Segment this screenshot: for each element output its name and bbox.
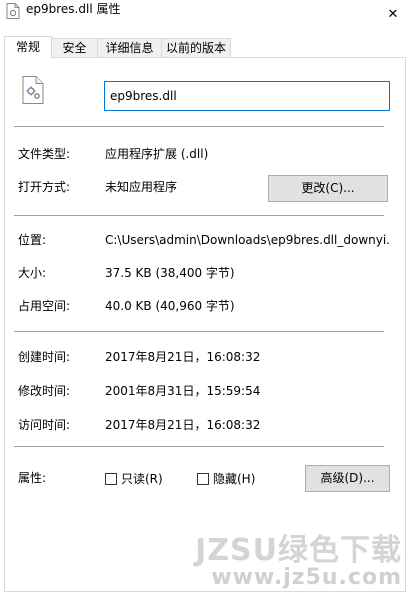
accessed-value: 2017年8月21日，16:08:32	[105, 418, 261, 432]
readonly-label[interactable]: 只读(R)	[121, 471, 163, 487]
dll-file-icon	[6, 3, 20, 19]
tab-general[interactable]: 常规	[4, 36, 52, 58]
size-on-disk-label: 占用空间:	[18, 299, 71, 313]
tab-previous-versions[interactable]: 以前的版本	[161, 38, 231, 57]
accessed-label: 访问时间:	[18, 418, 71, 432]
hidden-checkbox[interactable]	[197, 473, 209, 485]
readonly-checkbox[interactable]	[105, 473, 117, 485]
general-panel	[4, 57, 406, 592]
opens-with-label: 打开方式:	[18, 180, 71, 194]
separator	[14, 215, 384, 216]
location-label: 位置:	[18, 233, 47, 247]
tab-strip: 常规 安全 详细信息 以前的版本	[0, 36, 410, 58]
file-type-label: 文件类型:	[18, 147, 71, 161]
size-label: 大小:	[18, 266, 47, 280]
separator	[14, 446, 384, 447]
location-value: C:\Users\admin\Downloads\ep9bres.dll_dow…	[105, 233, 390, 247]
modified-value: 2001年8月31日，15:59:54	[105, 384, 261, 398]
tab-security[interactable]: 安全	[51, 38, 98, 57]
advanced-button[interactable]: 高级(D)...	[305, 465, 390, 492]
large-dll-file-icon	[22, 76, 44, 104]
size-on-disk-value: 40.0 KB (40,960 字节)	[105, 299, 235, 313]
close-icon: ✕	[387, 6, 399, 22]
tab-details[interactable]: 详细信息	[97, 38, 162, 57]
modified-label: 修改时间:	[18, 384, 71, 398]
opens-with-value: 未知应用程序	[105, 180, 178, 194]
file-name-input[interactable]	[104, 81, 390, 111]
separator	[14, 126, 384, 127]
size-value: 37.5 KB (38,400 字节)	[105, 266, 235, 280]
window-title: ep9bres.dll 属性	[26, 2, 121, 16]
close-button[interactable]: ✕	[376, 0, 410, 28]
hidden-label[interactable]: 隐藏(H)	[213, 471, 255, 487]
created-value: 2017年8月21日，16:08:32	[105, 350, 261, 364]
attributes-label: 属性:	[18, 471, 47, 485]
change-button[interactable]: 更改(C)...	[268, 175, 388, 202]
title-bar: ep9bres.dll 属性 ✕	[0, 0, 410, 31]
created-label: 创建时间:	[18, 350, 71, 364]
file-type-value: 应用程序扩展 (.dll)	[105, 147, 209, 161]
separator	[14, 331, 384, 332]
